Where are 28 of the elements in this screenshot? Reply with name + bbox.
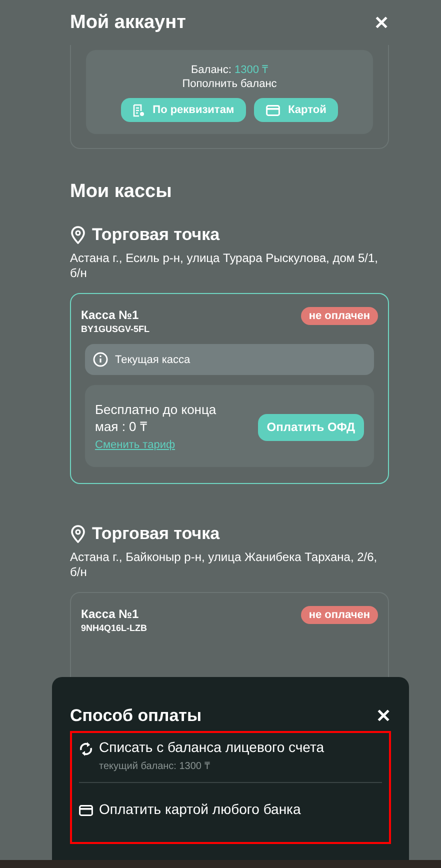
document-icon	[132, 104, 145, 116]
info-icon	[93, 352, 108, 367]
card-icon	[79, 805, 93, 816]
close-button[interactable]: ✕	[376, 705, 391, 727]
status-badge: не оплачен	[300, 606, 378, 624]
current-register-banner: Текущая касса	[85, 344, 374, 375]
card-icon	[266, 104, 280, 116]
top-up-label: Пополнить баланс	[182, 78, 277, 90]
location-pin-icon	[70, 226, 86, 244]
status-badge: не оплачен	[300, 307, 378, 325]
sheet-title: Способ оплаты	[70, 706, 202, 726]
point-title: Торговая точка	[92, 524, 220, 544]
refresh-icon	[79, 741, 93, 757]
point-address: Астана г., Есиль р-н, улица Турара Рыскулова, дом 5/1, б/н	[70, 251, 380, 281]
register-serial: BY1GUSGV-5FL	[81, 324, 150, 334]
register-name: Касса №1	[81, 607, 140, 621]
payment-option[interactable]: Списать с баланса лицевого счета текущий баланс: 1300 ₸	[79, 733, 382, 783]
page-title: Мой аккаунт	[70, 12, 186, 34]
register-serial: 9NH4Q16L-LZB	[81, 623, 148, 633]
point-title: Торговая точка	[92, 225, 220, 245]
tariff-text: Бесплатно до конца мая : 0 ₸	[95, 401, 218, 435]
close-button[interactable]: ✕	[374, 12, 389, 34]
section-title: Мои кассы	[70, 181, 173, 203]
payment-option[interactable]: Оплатить картой любого банка	[79, 795, 382, 821]
location-pin-icon	[70, 525, 86, 543]
balance-text: Баланс: 1300 ₸	[190, 63, 268, 76]
point-address: Астана г., Байконыр р-н, улица Жанибека Тархана, 2/6, б/н	[70, 550, 378, 580]
register-name: Касса №1	[81, 308, 140, 322]
